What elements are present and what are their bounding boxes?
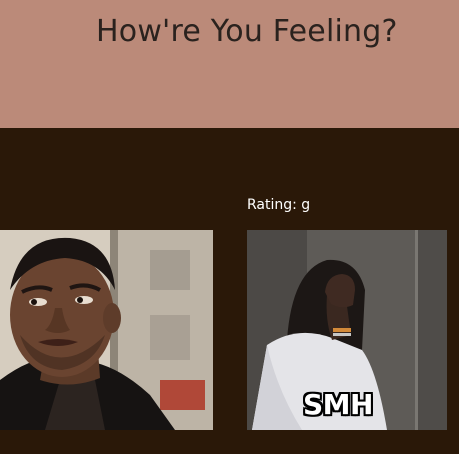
page-title: How're You Feeling? xyxy=(96,14,398,49)
gif-caption-text: SMH xyxy=(303,388,373,421)
gif-image-smh[interactable]: SMH xyxy=(247,230,447,430)
gif-thinking-man-illustration xyxy=(0,230,213,430)
page-header: How're You Feeling? xyxy=(0,0,459,128)
gif-image-thinking-man[interactable] xyxy=(0,230,213,430)
gif-rating-label: Rating: g xyxy=(247,197,311,213)
